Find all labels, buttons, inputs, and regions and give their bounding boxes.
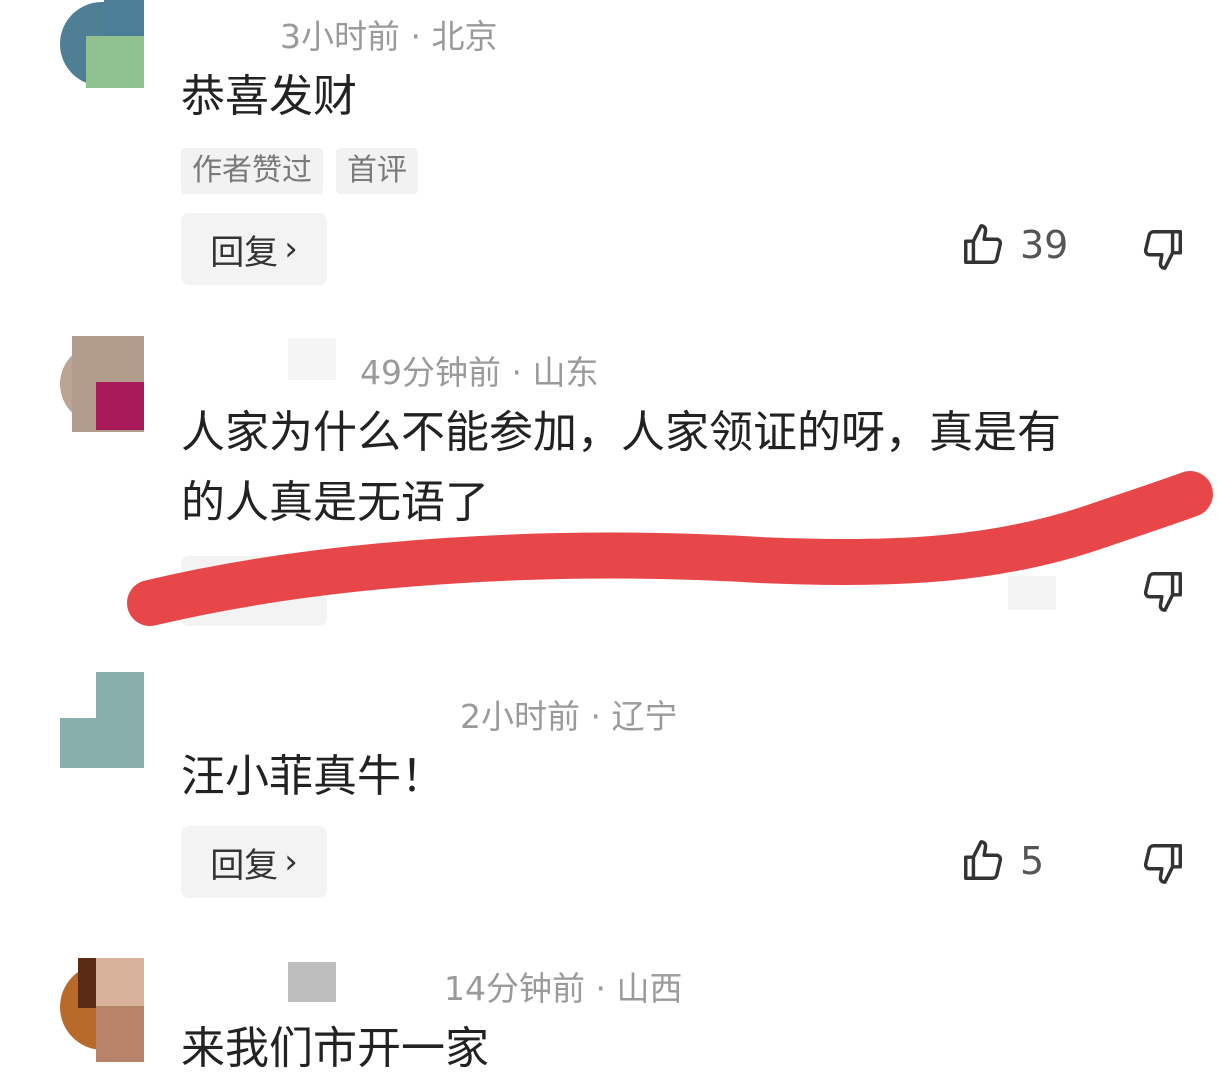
dislike-button[interactable] — [1140, 226, 1186, 276]
chevron-right-icon: › — [284, 229, 298, 269]
comment-text: 恭喜发财 — [181, 71, 357, 122]
comment-text: 汪小菲真牛！ — [181, 751, 445, 802]
dislike-button[interactable] — [1140, 568, 1186, 618]
reply-button[interactable]: 回复 › — [181, 826, 327, 898]
reply-label: 回复 — [210, 845, 279, 886]
avatar[interactable] — [60, 336, 144, 432]
author-liked-badge: 作者赞过 — [181, 148, 323, 194]
thumbs-up-icon — [964, 224, 1003, 264]
like-button[interactable]: 5 — [960, 838, 1044, 884]
comment-text: 来我们市开一家 — [181, 1023, 489, 1074]
username-blurred — [288, 962, 336, 1002]
reply-button[interactable]: 回复 › — [181, 213, 327, 285]
like-count: 39 — [1020, 223, 1069, 267]
like-count: 5 — [1020, 839, 1045, 883]
dislike-button[interactable] — [1140, 840, 1186, 890]
reply-label: 回复 — [210, 232, 279, 273]
like-button[interactable]: 39 — [960, 222, 1068, 268]
comment-time-location: 2小时前 · 辽宁 — [460, 697, 678, 736]
comment-time-location: 3小时前 · 北京 — [280, 17, 498, 56]
avatar[interactable] — [60, 958, 144, 1062]
first-comment-badge: 首评 — [336, 148, 418, 194]
reply-button[interactable] — [181, 556, 327, 626]
comment-text-line: 的人真是无语了 — [181, 477, 489, 528]
thumbs-down-icon — [1143, 844, 1182, 884]
comment-time-location: 49分钟前 · 山东 — [360, 353, 599, 392]
username-blurred — [288, 338, 336, 380]
comment-time-location: 14分钟前 · 山西 — [444, 969, 683, 1008]
like-area-blurred — [1008, 576, 1056, 610]
comment-text-line: 人家为什么不能参加，人家领证的呀，真是有 — [181, 407, 1061, 458]
chevron-right-icon: › — [284, 842, 298, 882]
thumbs-down-icon — [1143, 230, 1182, 270]
thumbs-down-icon — [1143, 572, 1182, 612]
avatar[interactable] — [60, 672, 144, 768]
avatar[interactable] — [60, 0, 144, 88]
thumbs-up-icon — [964, 840, 1003, 880]
